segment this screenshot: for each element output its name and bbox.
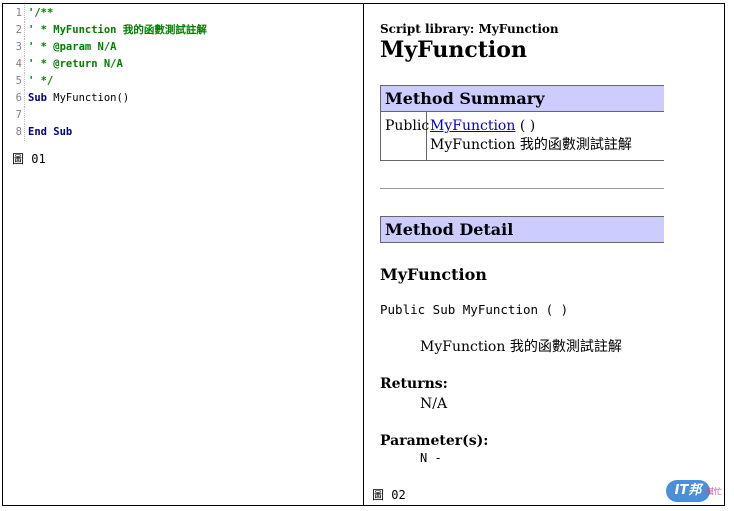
code-identifier: MyFunction()	[46, 92, 130, 104]
library-label: Script library: MyFunction	[380, 22, 559, 36]
code-line: 7	[4, 107, 359, 124]
code-keyword: Sub	[28, 92, 47, 104]
watermark-sub-text: 幫忙	[706, 487, 722, 496]
code-line: 6 Sub MyFunction()	[4, 90, 359, 107]
returns-value: N/A	[420, 396, 448, 412]
watermark-logo-text: IT邦	[666, 480, 710, 502]
summary-method-cell: MyFunction ( ) MyFunction 我的函數測試註解	[430, 118, 632, 154]
watermark-logo: IT邦 幫忙	[664, 476, 730, 504]
method-detail-header: Method Detail	[380, 216, 664, 243]
parameters-value: N -	[420, 451, 442, 465]
method-link[interactable]: MyFunction	[430, 118, 515, 134]
panel-divider	[363, 3, 364, 506]
line-number: 6	[15, 92, 22, 104]
method-summary-row: Public MyFunction ( ) MyFunction 我的函數測試註…	[380, 112, 664, 161]
page-title: MyFunction	[380, 37, 527, 63]
code-text: End Sub	[28, 126, 73, 138]
code-line: 5 ' */	[4, 73, 359, 90]
method-params: ( )	[515, 118, 536, 134]
caption-figure-02: 圖 02	[372, 488, 406, 502]
parameters-label: Parameter(s):	[380, 433, 489, 449]
code-line: 2 ' * MyFunction 我的函數測試註解	[4, 22, 359, 39]
line-number: 8	[15, 126, 22, 138]
caption-figure-01: 圖 01	[12, 152, 46, 166]
line-number: 1	[15, 7, 22, 19]
code-editor: 1 '/** 2 ' * MyFunction 我的函數測試註解 3 ' * @param…	[4, 5, 359, 141]
method-description: MyFunction 我的函數測試註解	[420, 339, 622, 355]
code-line: 3 ' * @param N/A	[4, 39, 359, 56]
detail-method-name: MyFunction	[380, 265, 487, 284]
method-signature: Public Sub MyFunction ( )	[380, 302, 569, 317]
code-text: '/**	[28, 7, 54, 19]
line-number: 4	[15, 58, 22, 70]
code-text: ' * MyFunction 我的函數測試註解	[28, 24, 207, 36]
method-summary-header: Method Summary	[380, 85, 664, 112]
line-number: 5	[15, 75, 22, 87]
code-line: 8 End Sub	[4, 124, 359, 141]
summary-modifier: Public	[381, 112, 429, 160]
code-text: ' * @param N/A	[28, 41, 117, 53]
line-number: 3	[15, 41, 22, 53]
horizontal-rule	[380, 188, 664, 189]
code-text: ' * @return N/A	[28, 58, 123, 70]
code-line: 4 ' * @return N/A	[4, 56, 359, 73]
code-line: 1 '/**	[4, 5, 359, 22]
code-text: Sub MyFunction()	[27, 90, 129, 107]
line-number: 7	[15, 109, 22, 121]
code-text: ' */	[28, 75, 54, 87]
summary-description: MyFunction 我的函數測試註解	[430, 137, 632, 153]
returns-label: Returns:	[380, 376, 448, 392]
line-number: 2	[15, 24, 22, 36]
